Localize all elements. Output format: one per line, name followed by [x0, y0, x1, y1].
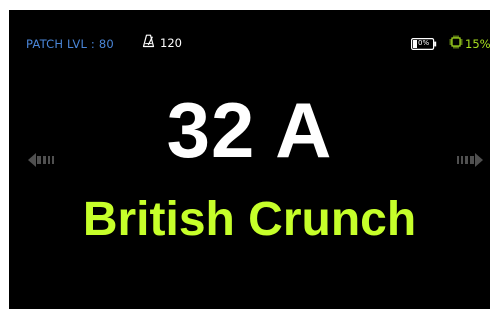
cpu-chip-icon: [449, 35, 463, 54]
tempo-value: 120: [160, 36, 182, 50]
arrow-right-icon: [457, 153, 489, 171]
cpu-indicator: 15%: [449, 35, 490, 54]
arrow-left-icon: [28, 153, 60, 171]
patch-name: British Crunch: [82, 193, 417, 246]
next-patch-button[interactable]: [457, 153, 489, 167]
metronome-icon: [142, 34, 155, 53]
battery-level: 0%: [418, 39, 430, 47]
patch-number: 32 A: [166, 86, 333, 174]
cpu-load-value: 15%: [465, 37, 490, 51]
battery-indicator: 0%: [411, 37, 437, 51]
tempo-indicator: 120: [142, 34, 182, 52]
patch-display-screen: PATCH LVL : 80 120 0% 15% 32 A British C…: [9, 10, 490, 309]
previous-patch-button[interactable]: [28, 153, 60, 167]
patch-level-readout: PATCH LVL : 80: [26, 37, 114, 51]
